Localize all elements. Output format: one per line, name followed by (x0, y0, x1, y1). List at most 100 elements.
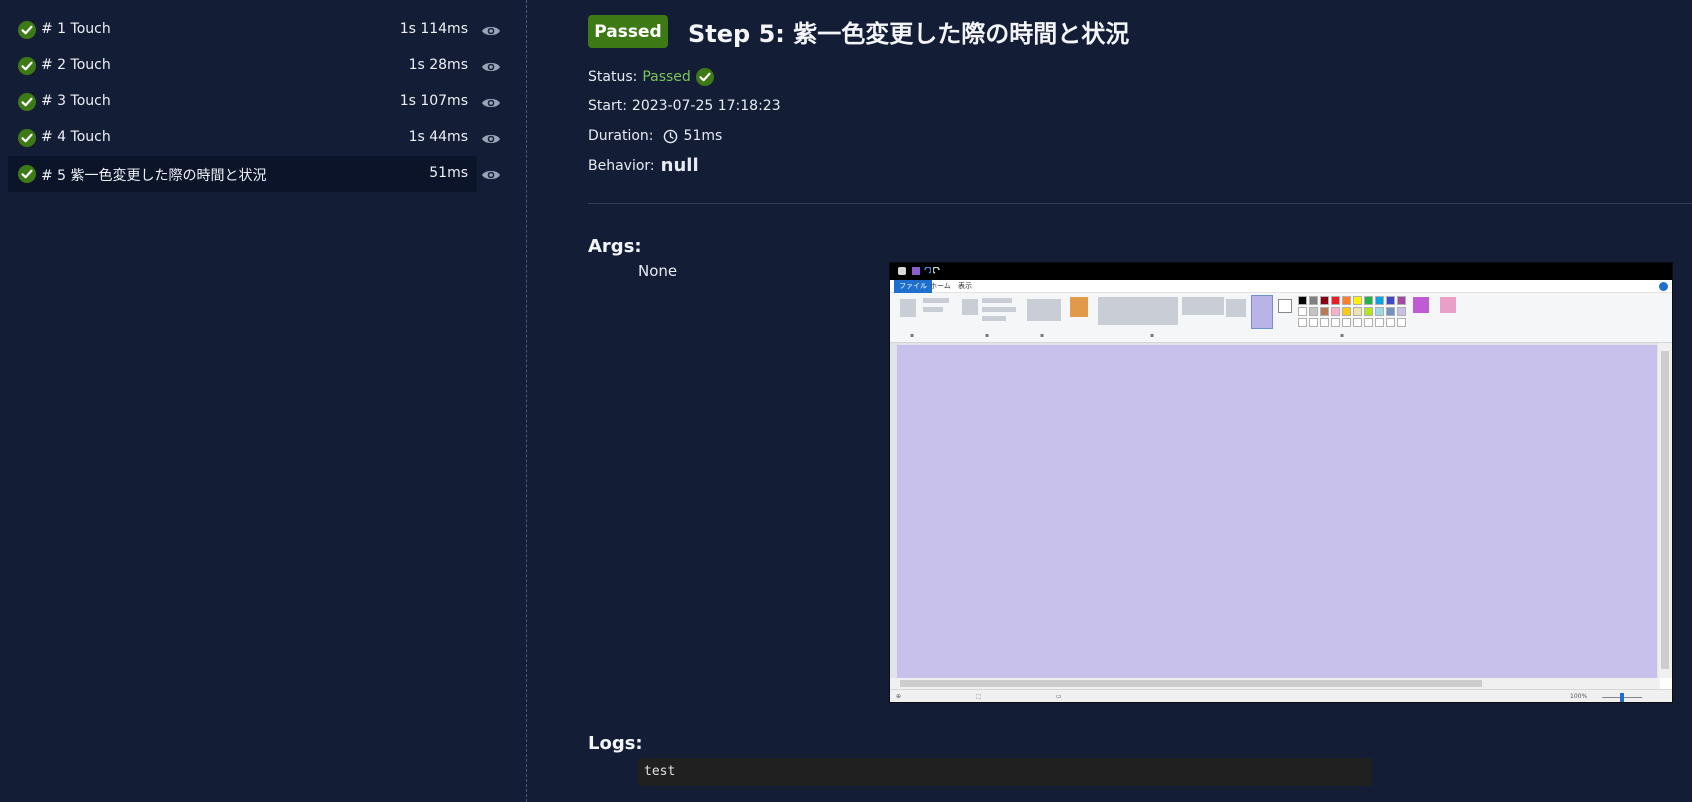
color-swatch[interactable] (1386, 296, 1395, 305)
color-swatch[interactable] (1386, 307, 1395, 316)
paste-icon (900, 299, 916, 317)
select-icon (962, 299, 978, 315)
horizontal-scroll-thumb[interactable] (900, 680, 1482, 687)
args-value: None (638, 262, 678, 280)
redo-icon (933, 267, 940, 274)
vertical-scroll-thumb[interactable] (1661, 351, 1669, 669)
paint-titlebar (890, 263, 1672, 280)
eye-icon[interactable] (481, 168, 501, 182)
paint3d-icon (1440, 297, 1456, 313)
log-output: test (638, 758, 1372, 786)
save-icon (912, 267, 920, 275)
behavior-label: Behavior: (588, 157, 655, 174)
step-duration: 1s 107ms (399, 93, 468, 109)
color-swatch[interactable] (1309, 318, 1318, 327)
step-row[interactable]: # 5 紫一色変更した際の時間と状況 51ms (8, 156, 477, 192)
color-swatch[interactable] (1309, 307, 1318, 316)
step-duration: 1s 114ms (399, 21, 468, 37)
brush-icon (1070, 297, 1088, 317)
color-swatch[interactable] (1375, 296, 1384, 305)
color-swatch[interactable] (1320, 318, 1329, 327)
color-swatch[interactable] (1364, 307, 1373, 316)
color-swatch[interactable] (1298, 318, 1307, 327)
menu-home: ホーム (930, 282, 951, 290)
shapes-gallery (1098, 297, 1178, 325)
cut-icon (923, 298, 949, 303)
logs-title: Logs: (588, 733, 643, 754)
selection-size-icon: ⬚ (976, 693, 982, 700)
step-screenshot[interactable]: ファイル ホーム 表示 ▪ ▪ ▪ ▪ ▪ ⊕ ⬚ ▭ 100% (889, 262, 1673, 703)
step-label: # 5 紫一色変更した際の時間と状況 (41, 168, 267, 184)
step-duration: 1s 28ms (408, 57, 468, 73)
step-duration: 51ms (429, 165, 468, 181)
zoom-slider-knob[interactable] (1620, 693, 1624, 702)
check-circle-icon (18, 93, 36, 111)
color-swatch[interactable] (1397, 318, 1406, 327)
color-swatch[interactable] (1353, 296, 1362, 305)
status-badge: Passed (588, 15, 668, 48)
args-title: Args: (588, 236, 642, 257)
behavior-line: Behavior: null (588, 155, 699, 176)
step-row[interactable]: # 4 Touch 1s 44ms (8, 120, 477, 156)
color-swatch[interactable] (1298, 307, 1307, 316)
check-circle-icon (18, 129, 36, 147)
report-root: # 1 Touch 1s 114ms # 2 Touch 1s 28ms # 3 Tou… (0, 0, 1692, 802)
start-line: Start: 2023-07-25 17:18:23 (588, 98, 781, 114)
canvas-size-icon: ▭ (1056, 693, 1062, 700)
step-row[interactable]: # 3 Touch 1s 107ms (8, 84, 477, 120)
color-swatch[interactable] (1342, 307, 1351, 316)
outline-fill-icons (1182, 297, 1224, 315)
help-icon (1659, 282, 1668, 291)
step-row[interactable]: # 2 Touch 1s 28ms (8, 48, 477, 84)
paint-canvas[interactable] (897, 345, 1657, 678)
eye-icon[interactable] (481, 132, 501, 146)
section-divider (588, 203, 1692, 204)
menu-file: ファイル (894, 280, 932, 293)
eye-icon[interactable] (481, 24, 501, 38)
zoom-level: 100% (1570, 693, 1588, 700)
color-swatch[interactable] (1386, 318, 1395, 327)
color-swatch[interactable] (1364, 318, 1373, 327)
color-swatch[interactable] (1397, 296, 1406, 305)
paint-app-icon (898, 267, 906, 275)
color-swatch[interactable] (1353, 307, 1362, 316)
color-swatch[interactable] (1375, 307, 1384, 316)
size-icon (1226, 299, 1246, 317)
color-swatch[interactable] (1397, 307, 1406, 316)
check-circle-icon (695, 68, 714, 86)
step-label: # 4 Touch (41, 129, 111, 145)
edit-colors-icon (1413, 297, 1429, 313)
color-swatch[interactable] (1320, 307, 1329, 316)
color-swatch[interactable] (1364, 296, 1373, 305)
group-label-shapes: ▪ (1150, 332, 1155, 339)
copy-icon (923, 307, 943, 312)
vertical-scrollbar[interactable] (1658, 343, 1672, 678)
color-swatch[interactable] (1342, 318, 1351, 327)
cursor-position-icon: ⊕ (896, 693, 902, 700)
group-label-image: ▪ (985, 332, 990, 339)
color-swatch[interactable] (1309, 296, 1318, 305)
log-line: test (644, 764, 676, 779)
menu-view: 表示 (958, 282, 972, 290)
step-duration: 1s 44ms (408, 129, 468, 145)
color-swatch[interactable] (1342, 296, 1351, 305)
horizontal-scrollbar[interactable] (890, 678, 1660, 689)
step-label: # 3 Touch (41, 93, 111, 109)
steps-sidebar: # 1 Touch 1s 114ms # 2 Touch 1s 28ms # 3 Tou… (0, 0, 527, 802)
color-swatch[interactable] (1375, 318, 1384, 327)
paint-menubar: ファイル ホーム 表示 (890, 280, 1672, 293)
duration-value: 51ms (683, 128, 723, 144)
eye-icon[interactable] (481, 60, 501, 74)
color-swatch[interactable] (1331, 318, 1340, 327)
color-swatch[interactable] (1353, 318, 1362, 327)
start-value: 2023-07-25 17:18:23 (631, 98, 781, 114)
start-label: Start: (588, 98, 627, 114)
duration-label: Duration: (588, 128, 654, 144)
color-swatch[interactable] (1320, 296, 1329, 305)
color-swatch[interactable] (1331, 307, 1340, 316)
color-swatch[interactable] (1298, 296, 1307, 305)
eye-icon[interactable] (481, 96, 501, 110)
color-swatch[interactable] (1331, 296, 1340, 305)
check-circle-icon (18, 21, 36, 39)
step-row[interactable]: # 1 Touch 1s 114ms (8, 12, 477, 48)
